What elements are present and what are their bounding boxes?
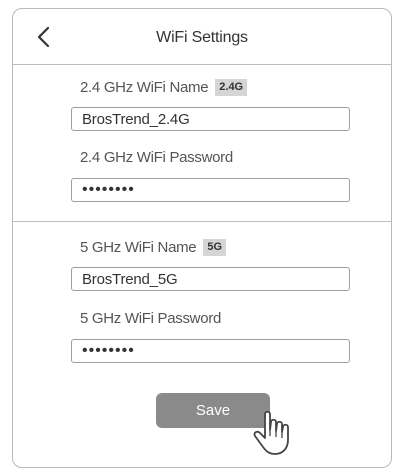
band-5-name-input[interactable]	[71, 267, 350, 291]
band-5-password-label-row: 5 GHz WiFi Password	[80, 308, 221, 328]
band-5-name-label: 5 GHz WiFi Name	[80, 238, 197, 256]
band-24-name-label-row: 2.4 GHz WiFi Name 2.4G	[80, 77, 248, 97]
band-24-name-label: 2.4 GHz WiFi Name	[80, 78, 209, 96]
band-5-name-label-row: 5 GHz WiFi Name 5G	[80, 237, 227, 257]
header: WiFi Settings	[13, 9, 391, 65]
band-24-password-label-row: 2.4 GHz WiFi Password	[80, 147, 233, 167]
settings-panel: WiFi Settings 2.4 GHz WiFi Name 2.4G 2.4…	[12, 8, 392, 468]
band-5-password-label: 5 GHz WiFi Password	[80, 309, 221, 327]
band-5-badge: 5G	[203, 238, 227, 256]
band-24-password-input[interactable]	[71, 178, 350, 202]
band-24-badge: 2.4G	[215, 78, 248, 96]
save-button[interactable]: Save	[156, 393, 270, 428]
band-24-name-input[interactable]	[71, 107, 350, 131]
page-title: WiFi Settings	[156, 29, 248, 46]
band-24-password-label: 2.4 GHz WiFi Password	[80, 148, 233, 166]
band-5-password-input[interactable]	[71, 339, 350, 363]
section-divider	[13, 221, 391, 222]
